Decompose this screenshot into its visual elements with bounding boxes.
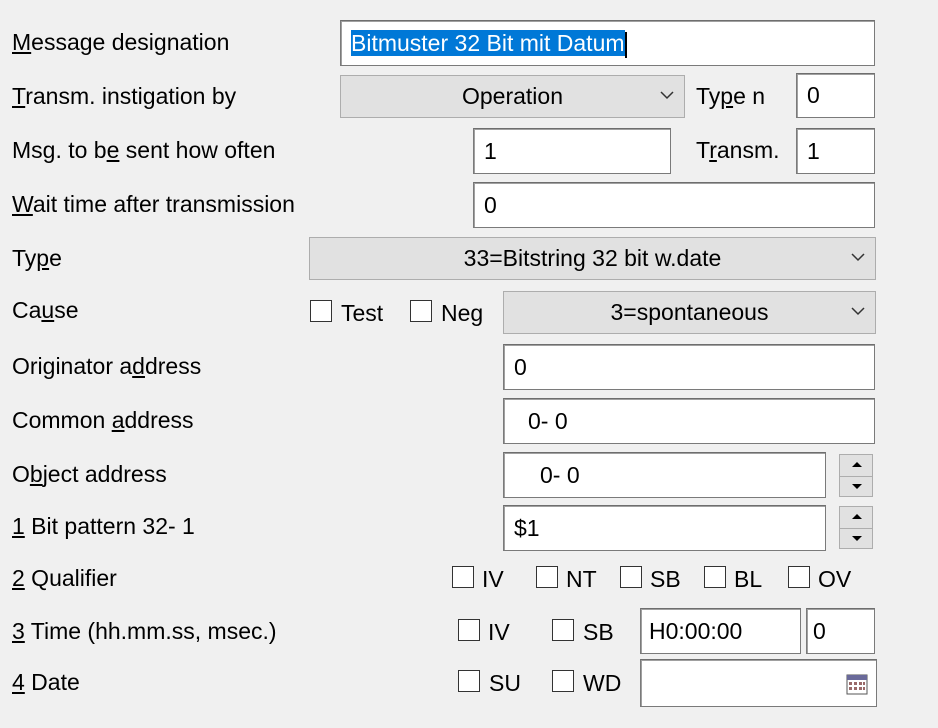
cause-neg-label: Neg	[441, 300, 484, 326]
label-common-address: Common address	[12, 407, 194, 433]
time-sb-label: SB	[583, 619, 614, 645]
qualifier-nt-label: NT	[566, 566, 597, 592]
transm-instigation-dropdown[interactable]: Operation	[340, 75, 685, 118]
bit-pattern-spinner[interactable]	[839, 506, 873, 549]
time-sb-checkbox[interactable]	[552, 619, 574, 641]
cause-test-label: Test	[341, 300, 384, 326]
time-iv-label: IV	[488, 619, 510, 645]
label-time: 3 Time (hh.mm.ss, msec.)	[12, 618, 277, 644]
time-input[interactable]: H0:00:00	[640, 608, 801, 654]
type-n-input[interactable]: 0	[796, 73, 875, 118]
type-value: 33=Bitstring 32 bit w.date	[463, 245, 722, 271]
label-transm-instigation: Transm. instigation by	[12, 83, 237, 109]
wait-time-input[interactable]: 0	[473, 182, 875, 228]
cause-value: 3=spontaneous	[610, 299, 769, 325]
object-address-input[interactable]: 0- 0	[503, 452, 826, 498]
cause-neg-checkbox[interactable]	[410, 300, 432, 322]
label-wait-time: Wait time after transmission	[12, 191, 295, 217]
object-address-spinner[interactable]	[839, 454, 873, 497]
selected-text: Bitmuster 32 Bit mit Datum	[351, 30, 625, 56]
label-type: Type	[12, 245, 62, 271]
type-dropdown[interactable]: 33=Bitstring 32 bit w.date	[309, 237, 876, 280]
common-address-input[interactable]: 0- 0	[503, 398, 875, 444]
label-qualifier: 2 Qualifier	[12, 565, 117, 591]
chevron-down-icon	[851, 307, 865, 316]
label-cause: Cause	[12, 297, 79, 323]
bit-pattern-input[interactable]: $1	[503, 505, 826, 551]
label-type-n: Type n	[696, 83, 766, 109]
qualifier-bl-label: BL	[734, 566, 763, 592]
label-msg-sent-often: Msg. to be sent how often	[12, 137, 276, 163]
date-su-label: SU	[489, 670, 521, 696]
date-wd-checkbox[interactable]	[552, 670, 574, 692]
chevron-down-icon	[851, 253, 865, 262]
spin-up-icon[interactable]	[840, 507, 872, 528]
spin-down-icon[interactable]	[840, 475, 872, 497]
msg-sent-often-input[interactable]: 1	[473, 128, 671, 174]
date-picker[interactable]	[640, 659, 877, 707]
msec-input[interactable]: 0	[806, 608, 875, 654]
label-date: 4 Date	[12, 669, 80, 695]
cause-dropdown[interactable]: 3=spontaneous	[503, 291, 876, 334]
originator-address-input[interactable]: 0	[503, 344, 875, 390]
qualifier-iv-label: IV	[482, 566, 504, 592]
transm-input[interactable]: 1	[796, 128, 875, 174]
qualifier-bl-checkbox[interactable]	[704, 566, 726, 588]
date-wd-label: WD	[583, 670, 622, 696]
spin-down-icon[interactable]	[840, 527, 872, 549]
qualifier-iv-checkbox[interactable]	[452, 566, 474, 588]
spin-up-icon[interactable]	[840, 455, 872, 476]
qualifier-ov-label: OV	[818, 566, 852, 592]
time-iv-checkbox[interactable]	[458, 619, 480, 641]
calendar-icon[interactable]	[846, 673, 868, 695]
label-bit-pattern: 1 Bit pattern 32- 1	[12, 513, 195, 539]
qualifier-ov-checkbox[interactable]	[788, 566, 810, 588]
transm-instigation-value: Operation	[461, 83, 563, 109]
qualifier-nt-checkbox[interactable]	[536, 566, 558, 588]
label-message-designation: Message designation	[12, 29, 230, 55]
qualifier-sb-checkbox[interactable]	[620, 566, 642, 588]
message-designation-input[interactable]: Bitmuster 32 Bit mit Datum	[340, 20, 875, 66]
cause-test-checkbox[interactable]	[310, 300, 332, 322]
text-cursor	[624, 31, 627, 58]
qualifier-sb-label: SB	[650, 566, 681, 592]
label-originator-address: Originator address	[12, 353, 202, 379]
label-transm: Transm.	[696, 137, 780, 163]
date-su-checkbox[interactable]	[458, 670, 480, 692]
label-object-address: Object address	[12, 461, 167, 487]
chevron-down-icon	[660, 91, 674, 100]
